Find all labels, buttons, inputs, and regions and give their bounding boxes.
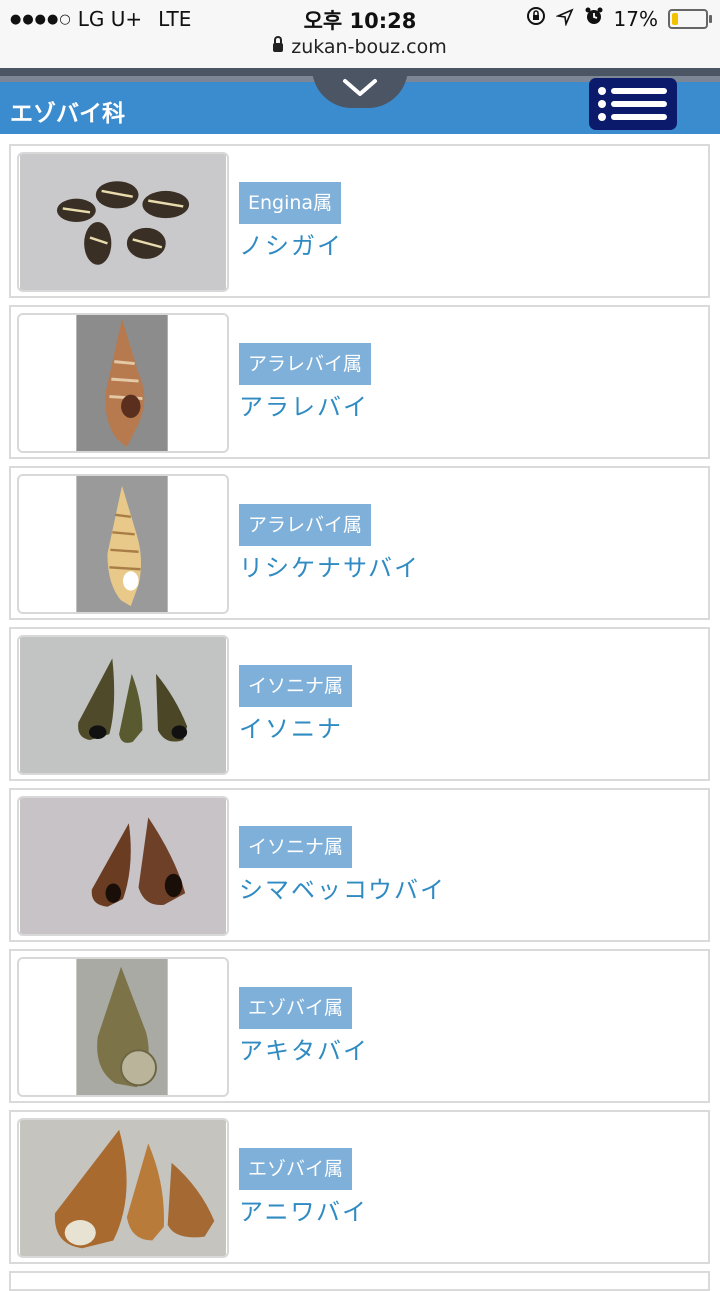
genus-badge: アラレバイ属 (239, 343, 372, 385)
genus-badge: イソニナ属 (239, 665, 353, 707)
location-icon (554, 7, 574, 31)
status-right: 17% (526, 6, 712, 31)
menu-button[interactable] (589, 78, 677, 130)
status-bar: ●●●●○ LG U+ LTE 오후 10:28 17% (0, 0, 720, 36)
genus-badge: エゾバイ属 (239, 987, 353, 1029)
species-name-link[interactable]: シマベッコウバイ (239, 870, 446, 905)
list-item[interactable]: イソニナ属 シマベッコウバイ (9, 788, 710, 942)
chevron-down-icon (343, 79, 377, 96)
genus-badge: アラレバイ属 (239, 504, 372, 546)
list-item[interactable]: アラレバイ属 アラレバイ (9, 305, 710, 459)
shell-photo (17, 635, 229, 775)
list-item[interactable]: エゾバイ属 アニワバイ (9, 1110, 710, 1264)
battery-percent: 17% (613, 6, 658, 31)
species-name-link[interactable]: イソニナ (239, 709, 343, 744)
species-name-link[interactable]: アニワバイ (239, 1192, 368, 1227)
list-item[interactable] (9, 1271, 710, 1291)
url-bar[interactable]: zukan-bouz.com (0, 36, 720, 68)
shell-photo (17, 957, 229, 1097)
species-name-link[interactable]: アキタバイ (239, 1031, 369, 1066)
lock-icon (273, 36, 284, 52)
list-item[interactable]: Engina属 ノシガイ (9, 144, 710, 298)
shell-photo (17, 474, 229, 614)
shell-photo (17, 796, 229, 936)
list-item[interactable]: イソニナ属 イソニナ (9, 627, 710, 781)
orientation-lock-icon (526, 6, 546, 31)
species-name-link[interactable]: リシケナサバイ (239, 548, 420, 583)
shell-photo (17, 1118, 229, 1258)
species-name-link[interactable]: ノシガイ (239, 226, 343, 261)
shell-photo (17, 152, 229, 292)
battery-icon (668, 8, 712, 29)
shell-photo (17, 313, 229, 453)
genus-badge: Engina属 (239, 182, 342, 224)
page-title: エゾバイ科 (10, 101, 125, 127)
list-item[interactable]: アラレバイ属 リシケナサバイ (9, 466, 710, 620)
alarm-icon (584, 6, 604, 31)
url-text: zukan-bouz.com (291, 36, 447, 58)
species-name-link[interactable]: アラレバイ (239, 387, 369, 422)
genus-badge: イソニナ属 (239, 826, 353, 868)
genus-badge: エゾバイ属 (239, 1148, 353, 1190)
list-item[interactable]: エゾバイ属 アキタバイ (9, 949, 710, 1103)
